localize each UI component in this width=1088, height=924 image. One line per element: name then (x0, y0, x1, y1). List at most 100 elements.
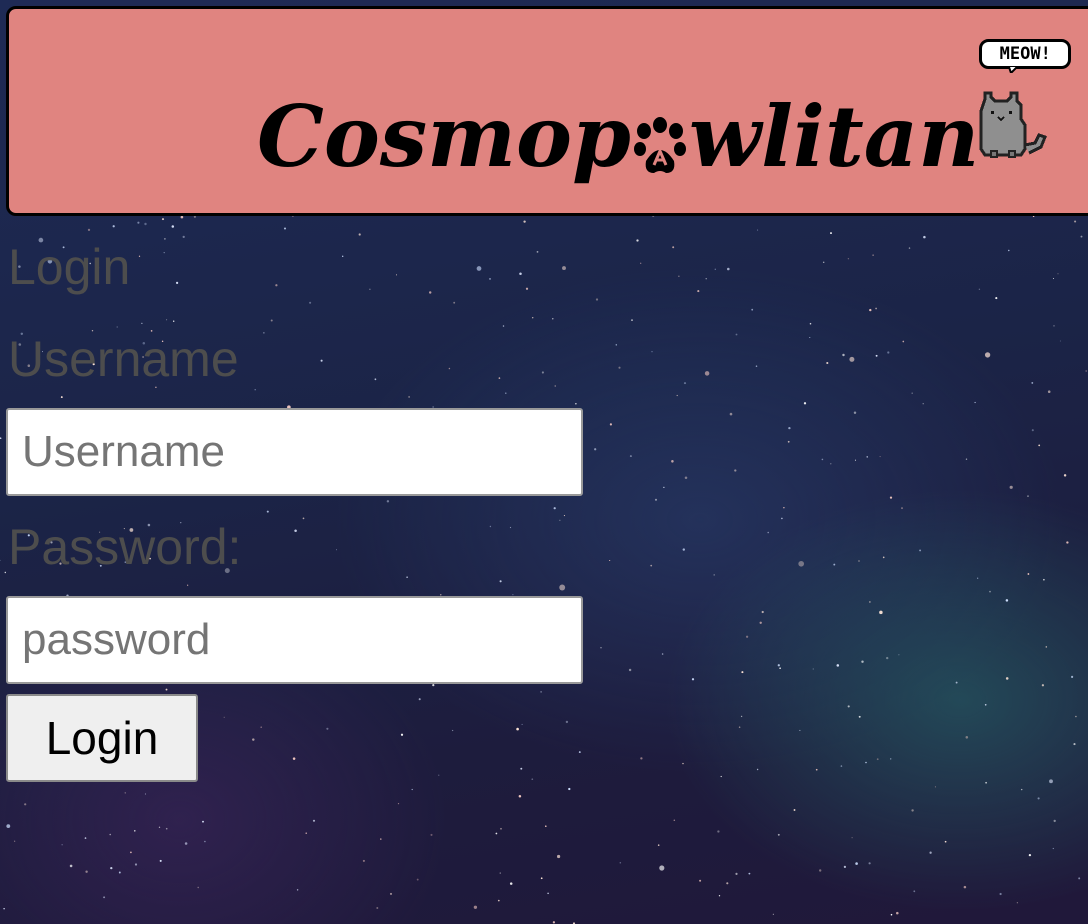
star (745, 635, 749, 638)
star (389, 892, 393, 895)
star (896, 911, 899, 915)
star (1031, 429, 1034, 432)
star (628, 668, 632, 672)
star (821, 458, 824, 461)
star (165, 827, 168, 830)
star (312, 819, 316, 822)
star (720, 775, 722, 778)
star (1038, 444, 1041, 447)
star (865, 761, 867, 764)
star (826, 361, 829, 365)
star (672, 246, 675, 249)
star (913, 890, 916, 893)
star (734, 469, 737, 472)
star (842, 353, 845, 357)
star (1074, 220, 1077, 223)
star (809, 322, 812, 325)
login-form: Login Username Password: Login (6, 216, 606, 782)
star (84, 837, 87, 839)
star (545, 825, 547, 827)
star (798, 560, 805, 567)
star (14, 840, 16, 842)
star (1085, 370, 1088, 372)
star (6, 824, 11, 829)
star (1043, 578, 1045, 581)
star (781, 517, 783, 520)
star (1075, 715, 1077, 718)
star (704, 371, 710, 376)
star (999, 892, 1002, 896)
star (713, 574, 715, 576)
star (965, 736, 969, 739)
star (1052, 277, 1055, 280)
star (855, 862, 858, 865)
star (887, 351, 890, 354)
star (202, 820, 204, 823)
star (678, 275, 680, 277)
star (1005, 599, 1009, 602)
star (929, 851, 932, 854)
star (822, 261, 825, 264)
star (85, 870, 88, 873)
star (799, 729, 801, 731)
star (0, 559, 1, 561)
star (757, 229, 759, 231)
brand-logo[interactable]: Cosmop wlitan MEOW! (257, 39, 1072, 186)
star (741, 671, 744, 674)
star (615, 344, 618, 346)
star (473, 905, 478, 909)
login-button[interactable]: Login (6, 694, 198, 782)
star (158, 826, 161, 828)
brand-name-end: wlitan (688, 87, 980, 186)
star (876, 758, 879, 761)
star (858, 560, 860, 562)
star (699, 879, 702, 882)
star (977, 577, 979, 579)
star (767, 531, 769, 534)
star (691, 678, 695, 681)
star (1078, 877, 1081, 880)
site-header: Cosmop wlitan MEOW! (6, 6, 1088, 216)
star (849, 356, 855, 362)
star (911, 392, 913, 394)
star (879, 456, 881, 458)
star (1066, 541, 1069, 544)
pixel-cat-icon (979, 91, 1048, 158)
star (751, 308, 754, 311)
star (984, 703, 987, 706)
password-label: Password: (8, 519, 242, 575)
star (618, 366, 621, 369)
star (547, 892, 549, 895)
star (923, 235, 926, 239)
star (1027, 495, 1029, 497)
star (3, 908, 5, 910)
star (697, 290, 700, 293)
star (890, 913, 893, 916)
star (497, 899, 500, 902)
star (499, 872, 501, 874)
password-input[interactable] (6, 596, 583, 684)
star (495, 832, 498, 835)
star (682, 548, 685, 551)
star (1071, 675, 1074, 679)
star (833, 563, 836, 566)
star (1080, 235, 1083, 238)
star (500, 827, 502, 830)
star (974, 401, 976, 404)
star (640, 757, 643, 760)
star (787, 440, 790, 443)
star (1057, 273, 1059, 275)
star (683, 382, 687, 385)
star (995, 297, 998, 300)
star (134, 863, 138, 866)
username-input[interactable] (6, 408, 583, 496)
star (965, 458, 968, 460)
star (830, 463, 832, 465)
star (922, 403, 924, 405)
star (184, 842, 188, 845)
username-label: Username (8, 331, 239, 387)
star (727, 267, 730, 271)
star (651, 351, 653, 353)
star (777, 833, 780, 836)
star (985, 781, 987, 784)
